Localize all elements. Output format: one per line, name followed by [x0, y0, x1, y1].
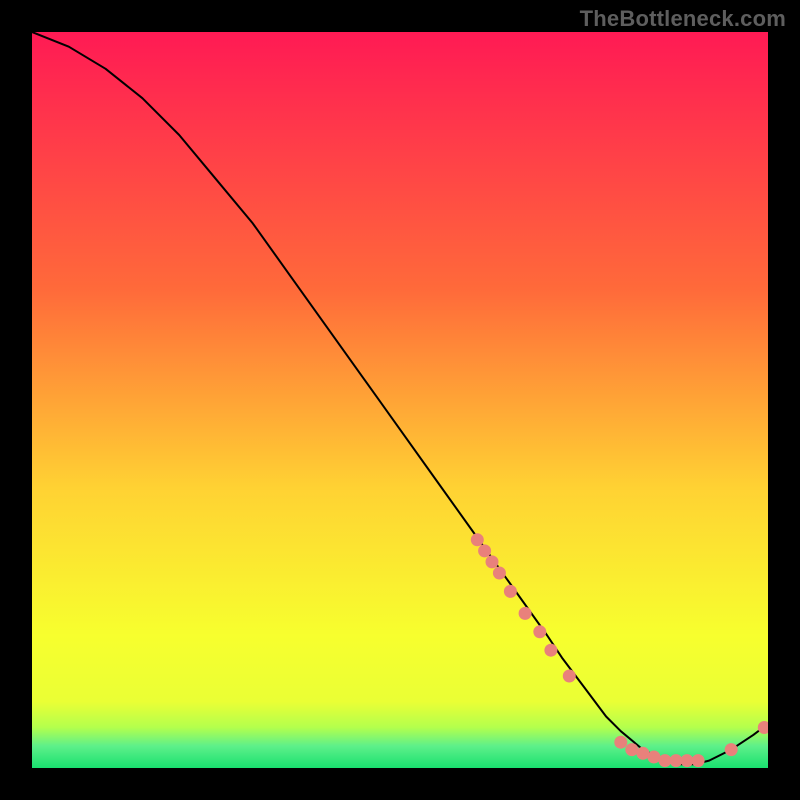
data-marker — [478, 544, 491, 557]
data-marker — [533, 625, 546, 638]
data-marker — [493, 567, 506, 580]
data-marker — [692, 754, 705, 767]
data-marker — [614, 736, 627, 749]
chart-frame: TheBottleneck.com — [0, 0, 800, 800]
data-marker — [519, 607, 532, 620]
data-marker — [504, 585, 517, 598]
data-marker — [725, 743, 738, 756]
data-marker — [636, 747, 649, 760]
data-marker — [681, 754, 694, 767]
data-marker — [486, 555, 499, 568]
watermark-text: TheBottleneck.com — [580, 6, 786, 32]
data-marker — [563, 670, 576, 683]
chart-svg — [32, 32, 768, 768]
gradient-background — [32, 32, 768, 768]
data-marker — [544, 644, 557, 657]
data-marker — [471, 533, 484, 546]
data-marker — [625, 743, 638, 756]
data-marker — [647, 751, 660, 764]
plot-area — [32, 32, 768, 768]
